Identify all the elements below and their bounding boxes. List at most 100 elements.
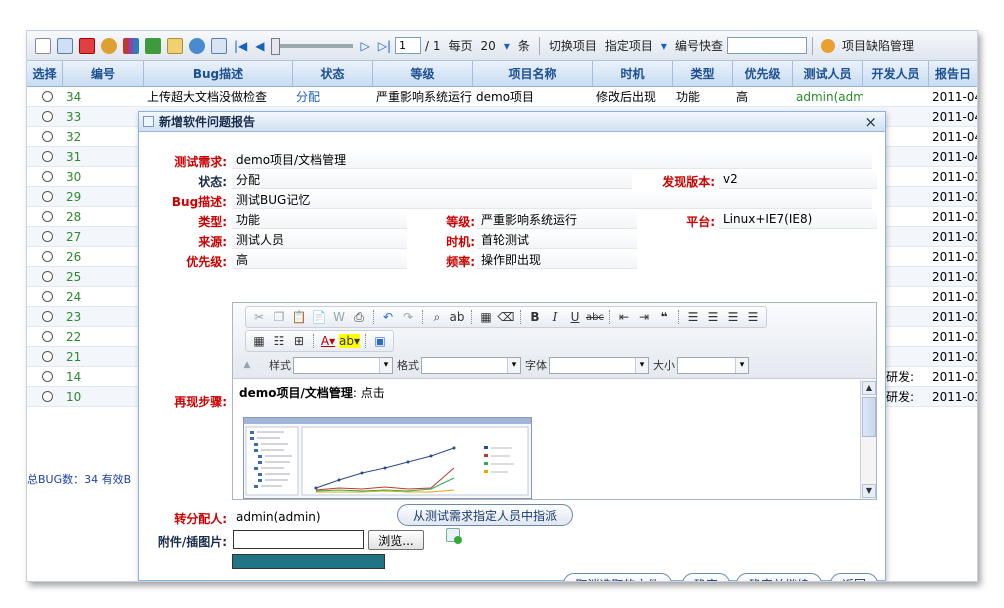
underline-icon[interactable]: U — [566, 310, 584, 324]
browse-button[interactable]: 浏览... — [368, 530, 424, 550]
prev-page-icon[interactable]: ◀ — [255, 39, 264, 53]
rich-text-editor[interactable]: ✂ ❐ 📋 📄 W ⎙ ↶ ↷ ⌕ ab ▦ ⌫ B I U abc ⇤ ⇥ ❝… — [232, 302, 877, 500]
row-select-radio[interactable] — [42, 91, 53, 102]
col-id[interactable]: 编号 — [63, 61, 144, 86]
row-select-radio[interactable] — [42, 271, 53, 282]
users-icon[interactable] — [101, 37, 117, 54]
window-icon[interactable] — [211, 37, 227, 54]
bg-color-icon[interactable]: ab▾ — [339, 334, 360, 348]
ok-button[interactable]: 确定 — [682, 573, 730, 581]
font-select[interactable] — [549, 356, 649, 374]
col-timing[interactable]: 时机 — [593, 61, 673, 86]
requirement-field[interactable]: demo项目/文档管理 — [232, 150, 872, 169]
search-doc-icon[interactable] — [167, 37, 183, 54]
col-developer[interactable]: 开发人员 — [863, 61, 929, 86]
page-input[interactable]: 1 — [395, 37, 422, 54]
eraser-icon[interactable]: ⌫ — [497, 310, 515, 324]
close-icon[interactable]: × — [864, 113, 877, 131]
text-color-icon[interactable]: A▾ — [319, 334, 337, 348]
table-icon[interactable] — [57, 37, 73, 54]
editor-scrollbar[interactable]: ▲ ▼ — [860, 380, 876, 499]
cancel-selected-file-button[interactable]: 取消选取的文件 — [563, 573, 672, 581]
scroll-thumb[interactable] — [862, 397, 876, 437]
chart-bars-icon[interactable] — [123, 37, 139, 54]
collapse-icon[interactable]: ▲ — [238, 360, 256, 370]
row-select-radio[interactable] — [42, 211, 53, 222]
paste-icon[interactable]: 📋 — [290, 310, 308, 324]
col-desc[interactable]: Bug描述 — [144, 61, 293, 86]
col-status[interactable]: 状态 — [293, 61, 373, 86]
blockquote-icon[interactable]: ❝ — [655, 310, 673, 324]
col-project[interactable]: 项目名称 — [473, 61, 593, 86]
refresh-icon[interactable] — [189, 37, 205, 54]
col-priority[interactable]: 优先级 — [733, 61, 793, 86]
row-select-radio[interactable] — [42, 131, 53, 142]
frequency-field[interactable]: 操作即出现 — [477, 250, 637, 269]
row-select-radio[interactable] — [42, 371, 53, 382]
align-right-icon[interactable]: ☰ — [724, 310, 742, 324]
col-select[interactable]: 选择 — [27, 61, 63, 86]
type-field[interactable]: 功能 — [232, 210, 407, 229]
select-all-icon[interactable]: ▦ — [477, 310, 495, 324]
undo-icon[interactable]: ↶ — [379, 310, 397, 324]
col-type[interactable]: 类型 — [673, 61, 733, 86]
table-row[interactable]: 34 上传超大文档没做检查 分配 严重影响系统运行 demo项目 修改后出现 功能 高 admi… — [27, 87, 977, 107]
size-select[interactable] — [677, 356, 749, 374]
align-left-icon[interactable]: ☰ — [684, 310, 702, 324]
indent-icon[interactable]: ⇥ — [635, 310, 653, 324]
file-path-input[interactable] — [233, 530, 364, 549]
scroll-down-icon[interactable]: ▼ — [862, 484, 876, 498]
col-tester[interactable]: 测试人员 — [793, 61, 863, 86]
switch-project-button[interactable]: 切换项目 — [549, 37, 597, 54]
row-select-radio[interactable] — [42, 291, 53, 302]
maximize-icon[interactable]: ▣ — [371, 334, 389, 348]
last-page-icon[interactable]: ▷| — [378, 39, 391, 53]
found-version-field[interactable]: v2 — [719, 170, 877, 189]
row-select-radio[interactable] — [42, 191, 53, 202]
row-select-radio[interactable] — [42, 171, 53, 182]
priority-field[interactable]: 高 — [232, 250, 407, 269]
row-select-radio[interactable] — [42, 311, 53, 322]
level-field[interactable]: 严重影响系统运行 — [477, 210, 637, 229]
outdent-icon[interactable]: ⇤ — [615, 310, 633, 324]
find-icon[interactable]: ⌕ — [428, 310, 446, 325]
bold-icon[interactable]: B — [526, 310, 544, 324]
page-slider[interactable] — [270, 37, 353, 55]
editor-content[interactable]: demo项目/文档管理: 点击 — [233, 380, 876, 499]
row-select-radio[interactable] — [42, 231, 53, 242]
bug-desc-field[interactable]: 测试BUG记忆 — [232, 190, 872, 209]
horizontal-rule-icon[interactable]: ☷ — [270, 334, 288, 348]
dialog-titlebar[interactable]: 新增软件问题报告 × — [139, 112, 885, 132]
row-select-radio[interactable] — [42, 111, 53, 122]
per-page-value[interactable]: 20 — [481, 39, 496, 53]
special-char-icon[interactable]: ⊞ — [290, 334, 308, 348]
timing-field[interactable]: 首轮测试 — [477, 230, 637, 249]
first-page-icon[interactable]: |◀ — [234, 39, 247, 53]
align-center-icon[interactable]: ☰ — [704, 310, 722, 324]
next-page-icon[interactable]: ▷ — [361, 39, 370, 53]
align-justify-icon[interactable]: ☰ — [744, 310, 762, 324]
back-button[interactable]: 返回 — [830, 573, 878, 581]
row-select-radio[interactable] — [42, 351, 53, 362]
table-icon[interactable]: ▦ — [250, 334, 268, 348]
cut-icon[interactable]: ✂ — [250, 310, 268, 324]
replace-icon[interactable]: ab — [448, 310, 466, 324]
source-field[interactable]: 测试人员 — [232, 230, 407, 249]
new-doc-icon[interactable] — [35, 37, 51, 54]
redo-icon[interactable]: ↷ — [399, 310, 417, 324]
italic-icon[interactable]: I — [546, 310, 564, 324]
paste-word-icon[interactable]: W — [330, 310, 348, 324]
format-select[interactable] — [421, 356, 521, 374]
platform-field[interactable]: Linux+IE7(IE8) — [719, 210, 877, 229]
status-field[interactable]: 分配 — [232, 170, 632, 189]
quick-search-input[interactable] — [726, 37, 807, 54]
excel-icon[interactable] — [145, 37, 161, 54]
assign-from-requirement-button[interactable]: 从测试需求指定人员中指派 — [397, 504, 573, 526]
style-select[interactable] — [293, 356, 393, 374]
assign-project-button[interactable]: 指定项目 — [605, 37, 653, 54]
add-attachment-icon[interactable] — [446, 528, 462, 544]
scroll-up-icon[interactable]: ▲ — [862, 381, 876, 395]
row-select-radio[interactable] — [42, 251, 53, 262]
row-select-radio[interactable] — [42, 331, 53, 342]
col-level[interactable]: 等级 — [373, 61, 473, 86]
